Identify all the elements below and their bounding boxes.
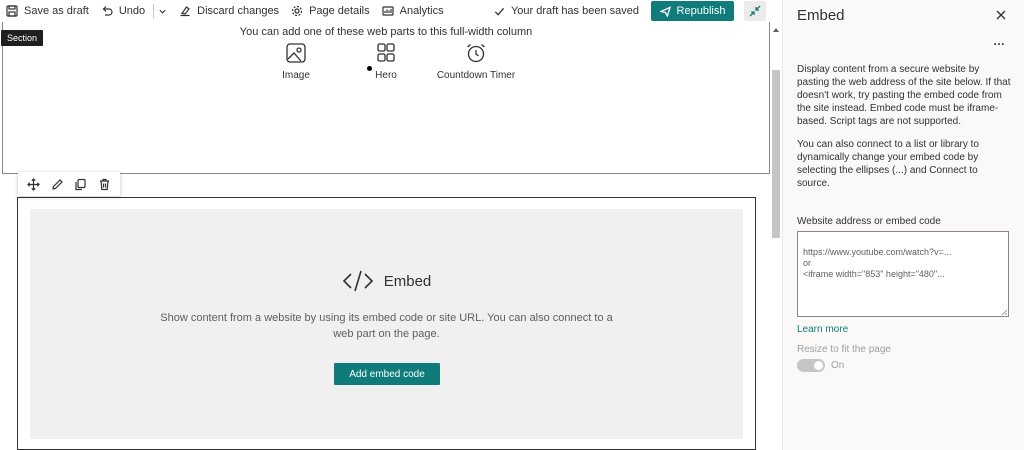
close-pane-button[interactable] bbox=[996, 10, 1008, 22]
embed-placeholder-header: Embed bbox=[30, 269, 743, 293]
add-embed-code-button[interactable]: Add embed code bbox=[334, 363, 440, 385]
duplicate-icon[interactable] bbox=[74, 178, 87, 191]
image-icon bbox=[286, 43, 306, 63]
section-full-width[interactable]: You can add one of these web parts to th… bbox=[2, 22, 770, 174]
undo-divider bbox=[153, 4, 155, 18]
save-status: Your draft has been saved bbox=[494, 5, 639, 17]
save-as-draft-button[interactable]: Save as draft bbox=[0, 0, 95, 22]
collapse-icon bbox=[749, 5, 761, 17]
property-pane: Embed … Display content from a secure we… bbox=[782, 0, 1024, 450]
scroll-up-arrow[interactable] bbox=[773, 28, 779, 32]
web-part-toolbar bbox=[18, 172, 120, 196]
hero-icon bbox=[377, 43, 395, 62]
canvas-scrollbar[interactable] bbox=[770, 22, 782, 450]
resize-toggle-state: On bbox=[831, 360, 845, 371]
embed-code-placeholder: https://www.youtube.com/watch?v=... or <… bbox=[803, 247, 952, 279]
checkmark-icon bbox=[494, 7, 505, 16]
undo-label: Undo bbox=[118, 5, 146, 17]
analytics-button[interactable]: Analytics bbox=[376, 0, 450, 22]
page-details-label: Page details bbox=[309, 5, 370, 17]
save-icon bbox=[6, 5, 18, 17]
discard-changes-button[interactable]: Discard changes bbox=[173, 0, 285, 22]
embed-placeholder-description: Show content from a website by using its… bbox=[160, 312, 613, 340]
page-canvas: You can add one of these web parts to th… bbox=[0, 22, 770, 450]
embed-field-label: Website address or embed code bbox=[797, 216, 941, 227]
pane-intro-text: Display content from a secure website by… bbox=[797, 64, 1011, 127]
section-tooltip: Section bbox=[1, 30, 44, 46]
toolbox-title: You can add one of these web parts to th… bbox=[239, 26, 533, 38]
republish-label: Republish bbox=[676, 5, 726, 17]
undo-button[interactable]: Undo bbox=[95, 0, 151, 22]
analytics-icon bbox=[382, 6, 394, 16]
edit-icon[interactable] bbox=[51, 178, 64, 191]
embed-placeholder-title: Embed bbox=[383, 272, 432, 290]
send-icon bbox=[659, 5, 671, 17]
countdown-timer-icon bbox=[467, 44, 485, 63]
undo-icon bbox=[102, 6, 113, 16]
embed-code-textarea[interactable]: https://www.youtube.com/watch?v=... or <… bbox=[797, 231, 1009, 317]
code-icon bbox=[342, 270, 373, 292]
pane-connect-text: You can also connect to a list or librar… bbox=[797, 139, 979, 189]
toolbox-item-label: Countdown Timer bbox=[436, 70, 516, 81]
toolbox-item-countdown-timer[interactable]: Countdown Timer bbox=[431, 42, 521, 81]
embed-placeholder: Embed Show content from a website by usi… bbox=[30, 209, 743, 439]
toolbox-item-image[interactable]: Image bbox=[251, 42, 341, 81]
delete-icon[interactable] bbox=[98, 178, 111, 191]
save-status-text: Your draft has been saved bbox=[510, 5, 639, 17]
discard-icon bbox=[180, 6, 190, 17]
learn-more-link[interactable]: Learn more bbox=[797, 324, 848, 335]
resize-grip-icon[interactable] bbox=[1001, 309, 1007, 315]
cursor-dot bbox=[367, 66, 372, 71]
toolbox-item-label: Image bbox=[282, 70, 310, 81]
collapse-pane-button[interactable] bbox=[744, 1, 766, 21]
move-icon[interactable] bbox=[27, 177, 41, 191]
more-options-button[interactable]: … bbox=[993, 34, 1006, 48]
toolbox-items: Image Hero Countdown Timer bbox=[3, 42, 769, 81]
save-as-draft-label: Save as draft bbox=[24, 5, 89, 17]
undo-dropdown-button[interactable] bbox=[156, 0, 173, 22]
chevron-down-icon bbox=[159, 9, 166, 14]
discard-changes-label: Discard changes bbox=[197, 5, 280, 17]
toolbox-item-label: Hero bbox=[375, 70, 397, 81]
republish-button[interactable]: Republish bbox=[651, 1, 734, 21]
toolbox-item-hero[interactable]: Hero bbox=[341, 42, 431, 81]
page-details-button[interactable]: Page details bbox=[285, 0, 376, 22]
analytics-label: Analytics bbox=[399, 5, 444, 17]
command-bar: Save as draft Undo Discard changes Page … bbox=[0, 0, 782, 22]
scroll-thumb[interactable] bbox=[772, 70, 780, 238]
resize-to-fit-label: Resize to fit the page bbox=[797, 344, 891, 355]
gear-icon bbox=[291, 5, 303, 17]
embed-web-part[interactable]: Embed Show content from a website by usi… bbox=[17, 197, 756, 450]
toggle-knob bbox=[814, 361, 823, 370]
resize-toggle[interactable] bbox=[797, 359, 825, 372]
property-pane-title: Embed bbox=[797, 7, 845, 24]
close-icon bbox=[996, 10, 1006, 20]
